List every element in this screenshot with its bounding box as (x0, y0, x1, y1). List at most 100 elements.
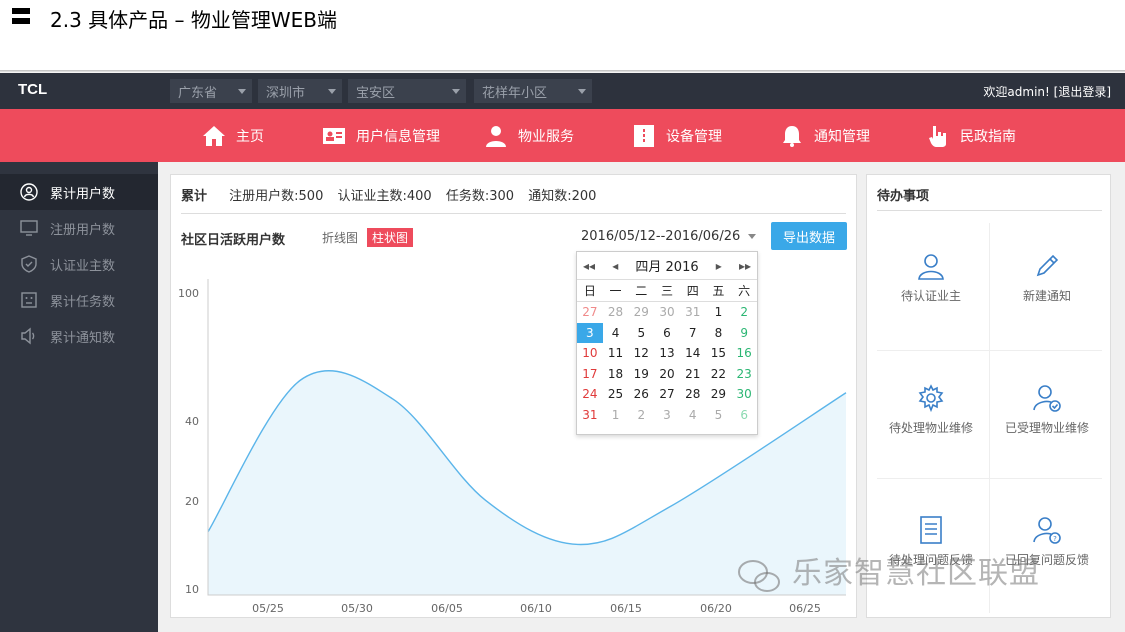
welcome-logout-link[interactable]: 欢迎admin! [退出登录] (983, 83, 1111, 100)
calendar-day[interactable]: 5 (628, 323, 654, 344)
sidebar-item-total-notices[interactable]: 累计通知数 (0, 318, 158, 354)
sidebar-item-label: 注册用户数 (50, 222, 116, 238)
province-select[interactable]: 广东省 (170, 79, 252, 103)
user-question-icon: ? (1033, 517, 1061, 544)
sidebar-item-verified-owners[interactable]: 认证业主数 (0, 246, 158, 282)
sidebar-item-label: 累计任务数 (50, 294, 116, 310)
nav-item-notice[interactable]: 通知管理 (780, 109, 870, 162)
gear-icon (918, 384, 944, 413)
calendar-day[interactable]: 4 (603, 323, 629, 344)
calendar-grid: 日一二三四五六 27 28 29 30 31 1 2 3 4 5 6 7 8 9 10 11 12 13 14 15 16… (577, 280, 757, 425)
nav-item-user-info[interactable]: 用户信息管理 (322, 109, 440, 162)
calendar-day[interactable]: 21 (680, 364, 706, 385)
todo-title: 待办事项 (877, 189, 930, 204)
id-card-icon (323, 127, 345, 144)
calendar-day[interactable]: 2 (731, 302, 757, 323)
calendar-day[interactable]: 30 (731, 384, 757, 405)
x-tick-label: 06/15 (610, 602, 642, 615)
wechat-icon (738, 560, 780, 592)
calendar-day[interactable]: 5 (706, 405, 732, 426)
calendar-day[interactable]: 22 (706, 364, 732, 385)
calendar-day[interactable]: 1 (706, 302, 732, 323)
chevron-down-icon (578, 89, 586, 94)
calendar-day[interactable]: 7 (680, 323, 706, 344)
calendar-day[interactable]: 26 (628, 384, 654, 405)
calendar-day[interactable]: 31 (577, 405, 603, 426)
calendar-day[interactable]: 9 (731, 323, 757, 344)
todo-label: 新建通知 (1022, 289, 1071, 303)
calendar-day[interactable]: 24 (577, 384, 603, 405)
document-icon (920, 516, 942, 544)
calendar-day[interactable]: 14 (680, 343, 706, 364)
calendar-day[interactable]: 1 (603, 405, 629, 426)
calendar-day[interactable]: 16 (731, 343, 757, 364)
calendar-day[interactable]: 8 (706, 323, 732, 344)
stat-tasks: 任务数:300 (445, 189, 515, 204)
community-select[interactable]: 花样年小区 (474, 79, 592, 103)
calendar-day[interactable]: 2 (628, 405, 654, 426)
speaker-icon (21, 327, 35, 345)
chevron-left-icon[interactable]: ◂ (612, 259, 618, 273)
double-chevron-left-icon[interactable]: ◂◂ (583, 259, 595, 273)
todo-new-notice[interactable]: 新建通知 (991, 223, 1103, 351)
calendar-day[interactable]: 18 (603, 364, 629, 385)
date-range-picker[interactable]: 2016/05/12--2016/06/26 (581, 229, 757, 244)
calendar-day[interactable]: 15 (706, 343, 732, 364)
calendar-day[interactable]: 27 (654, 384, 680, 405)
todo-pending-verification[interactable]: 待认证业主 (875, 223, 987, 351)
sidebar-item-total-users[interactable]: 累计用户数 (0, 174, 158, 210)
x-tick-label: 06/20 (700, 602, 732, 615)
sidebar-item-total-tasks[interactable]: 累计任务数 (0, 282, 158, 318)
x-tick-label: 06/10 (520, 602, 552, 615)
watermark-text: 乐家智慧社区联盟 (792, 556, 1040, 591)
nav-item-device[interactable]: 设备管理 (632, 109, 722, 162)
user-outline-icon (918, 254, 944, 280)
sidebar-item-registered-users[interactable]: 注册用户数 (0, 210, 158, 246)
tab-line-chart[interactable]: 折线图 (317, 228, 363, 247)
todo-label: 待处理物业维修 (888, 421, 973, 435)
calendar-day[interactable]: 23 (731, 364, 757, 385)
calendar-day[interactable]: 27 (577, 302, 603, 323)
home-icon (203, 125, 225, 146)
calendar-day[interactable]: 28 (680, 384, 706, 405)
nav-item-home[interactable]: 主页 (202, 109, 264, 162)
todo-label: 已受理物业维修 (1004, 421, 1089, 435)
calendar-day[interactable]: 6 (654, 323, 680, 344)
calendar-day[interactable]: 13 (654, 343, 680, 364)
chevron-right-icon[interactable]: ▸ (716, 259, 722, 273)
calendar-day[interactable]: 19 (628, 364, 654, 385)
calendar-day[interactable]: 11 (603, 343, 629, 364)
todo-pending-repair[interactable]: 待处理物业维修 (875, 355, 987, 483)
calendar-day[interactable]: 6 (731, 405, 757, 426)
shield-icon (21, 255, 37, 273)
calendar-day[interactable]: 31 (680, 302, 706, 323)
calendar-day[interactable]: 20 (654, 364, 680, 385)
calendar-day[interactable]: 30 (654, 302, 680, 323)
calendar-day[interactable]: 12 (628, 343, 654, 364)
nav-item-label: 物业服务 (518, 128, 574, 145)
sidebar-item-label: 累计用户数 (50, 186, 116, 202)
calendar-day[interactable]: 3 (577, 322, 603, 343)
export-data-button[interactable]: 导出数据 (771, 222, 847, 250)
double-chevron-right-icon[interactable]: ▸▸ (739, 259, 751, 273)
calendar-day[interactable]: 29 (706, 384, 732, 405)
nav-item-civil-guide[interactable]: 民政指南 (926, 109, 1016, 162)
calendar-month: 四月 2016 (635, 260, 699, 275)
district-select[interactable]: 宝安区 (348, 79, 466, 103)
calendar-day[interactable]: 25 (603, 384, 629, 405)
todo-accepted-repair[interactable]: 已受理物业维修 (991, 355, 1103, 483)
city-select[interactable]: 深圳市 (258, 79, 342, 103)
calendar-day[interactable]: 4 (680, 405, 706, 426)
calendar-day[interactable]: 28 (603, 302, 629, 323)
divider (181, 213, 846, 214)
tab-bar-chart[interactable]: 柱状图 (367, 228, 414, 247)
calendar-day[interactable]: 29 (628, 302, 654, 323)
city-select-value: 深圳市 (266, 86, 306, 101)
nav-item-property-service[interactable]: 物业服务 (484, 109, 574, 162)
main-nav: 主页 用户信息管理 物业服务 设备管理 通知管理 民政指南 (0, 109, 1125, 162)
calendar-day[interactable]: 17 (577, 364, 603, 385)
x-tick-label: 06/05 (431, 602, 463, 615)
calendar-day[interactable]: 10 (577, 343, 603, 364)
calendar-weekday: 六 (731, 280, 757, 302)
calendar-day[interactable]: 3 (654, 405, 680, 426)
